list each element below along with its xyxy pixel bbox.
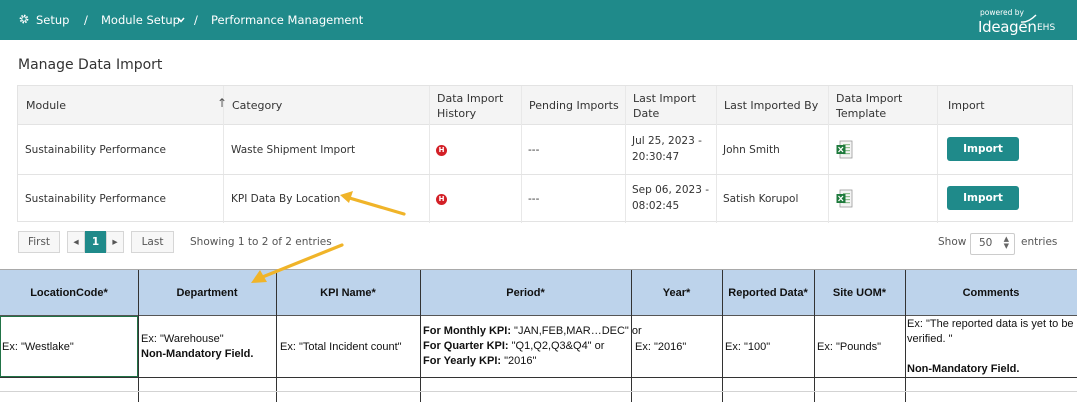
row-category: KPI Data By Location xyxy=(231,193,341,205)
excel-template-icon[interactable] xyxy=(836,189,853,208)
row-pending-imports: --- xyxy=(528,193,540,205)
row-last-import-date: Jul 25, 2023 -20:30:47 xyxy=(632,135,702,163)
import-history-icon[interactable]: H xyxy=(436,194,447,205)
column-header-data-import-history[interactable]: Data Import History xyxy=(437,91,503,121)
column-header-last-imported-by[interactable]: Last Imported By xyxy=(724,98,818,113)
row-category: Waste Shipment Import xyxy=(231,144,356,156)
page-title: Manage Data Import xyxy=(18,57,163,73)
spreadsheet-cell-kpi-name: Ex: "Total Incident count" xyxy=(280,341,402,353)
column-header-import: Import xyxy=(948,99,985,112)
spreadsheet-header-location-code: LocationCode* xyxy=(30,287,108,299)
spreadsheet-header-department: Department xyxy=(176,287,238,299)
gear-icon xyxy=(19,14,29,24)
spreadsheet-cell-reported-data: Ex: "100" xyxy=(725,341,771,353)
breadcrumb-separator: / xyxy=(194,13,198,27)
import-button[interactable]: Import xyxy=(947,186,1019,210)
excel-template-icon[interactable] xyxy=(836,140,853,159)
spreadsheet-cell-period: For Monthly KPI: "JAN,FEB,MAR…DEC" or Fo… xyxy=(423,325,642,367)
breadcrumb-setup[interactable]: Setup xyxy=(36,13,69,27)
column-header-module[interactable]: Module xyxy=(26,98,66,113)
pagination-page-1[interactable]: 1 xyxy=(85,231,106,253)
page-size-value: 50 xyxy=(979,237,993,249)
spreadsheet-header-period: Period* xyxy=(506,287,545,299)
show-label: Show xyxy=(938,236,967,248)
column-header-data-import-template[interactable]: Data Import Template xyxy=(836,91,902,121)
breadcrumb-separator: / xyxy=(84,13,88,27)
spreadsheet-header-reported-data: Reported Data* xyxy=(728,287,808,299)
entries-label: entries xyxy=(1021,236,1058,248)
top-navigation-bar: Setup / Module Setup / Performance Manag… xyxy=(0,0,1077,40)
column-header-category[interactable]: Category xyxy=(232,98,282,113)
breadcrumb-performance-management[interactable]: Performance Management xyxy=(211,13,363,27)
row-pending-imports: --- xyxy=(528,144,540,156)
import-button[interactable]: Import xyxy=(947,137,1019,161)
pagination-last-button[interactable]: Last xyxy=(131,231,174,253)
spreadsheet-cell-site-uom: Ex: "Pounds" xyxy=(817,341,882,353)
logo-swoosh-icon xyxy=(1020,14,1037,23)
sort-carets-icon: ▲ ▼ xyxy=(1003,235,1009,250)
column-header-last-import-date[interactable]: Last Import Date xyxy=(633,91,696,121)
pagination-first-button[interactable]: First xyxy=(18,231,60,253)
pagination-next-button[interactable]: ▸ xyxy=(106,231,124,253)
spreadsheet-header-site-uom: Site UOM* xyxy=(832,287,887,299)
data-import-table: Module ↑ Category Data Import History Pen… xyxy=(17,85,1073,223)
row-module: Sustainability Performance xyxy=(25,193,166,205)
powered-by-label: powered by xyxy=(980,8,1024,17)
ehs-logo-suffix: EHS xyxy=(1037,23,1056,33)
chevron-down-icon[interactable] xyxy=(177,17,185,23)
spreadsheet-header-kpi-name: KPI Name* xyxy=(320,287,376,299)
column-header-pending-imports[interactable]: Pending Imports xyxy=(529,98,619,113)
pagination-summary: Showing 1 to 2 of 2 entries xyxy=(190,236,332,248)
spreadsheet-cell-department: Ex: "Warehouse" Non-Mandatory Field. xyxy=(141,333,254,360)
spreadsheet-cell-comments: Ex: "The reported data is yet to be verif… xyxy=(907,318,1074,375)
import-history-icon[interactable]: H xyxy=(436,145,447,156)
sort-arrow-icon[interactable]: ↑ xyxy=(217,96,227,110)
page-size-select[interactable]: 50 ▲ ▼ xyxy=(970,233,1015,255)
spreadsheet-cell-year: Ex: "2016" xyxy=(635,341,687,353)
row-last-imported-by: Satish Korupol xyxy=(723,193,799,205)
pagination-prev-button[interactable]: ◂ xyxy=(67,231,85,253)
selected-cell-outline xyxy=(0,316,138,377)
row-module: Sustainability Performance xyxy=(25,144,166,156)
spreadsheet-header-year: Year* xyxy=(662,287,691,299)
spreadsheet-header-comments: Comments xyxy=(962,287,1020,299)
row-last-import-date: Sep 06, 2023 -08:02:45 xyxy=(632,184,710,212)
row-last-imported-by: John Smith xyxy=(723,144,780,156)
breadcrumb-module-setup[interactable]: Module Setup xyxy=(101,13,180,27)
import-template-spreadsheet: LocationCode* Department KPI Name* Perio… xyxy=(0,269,1077,402)
